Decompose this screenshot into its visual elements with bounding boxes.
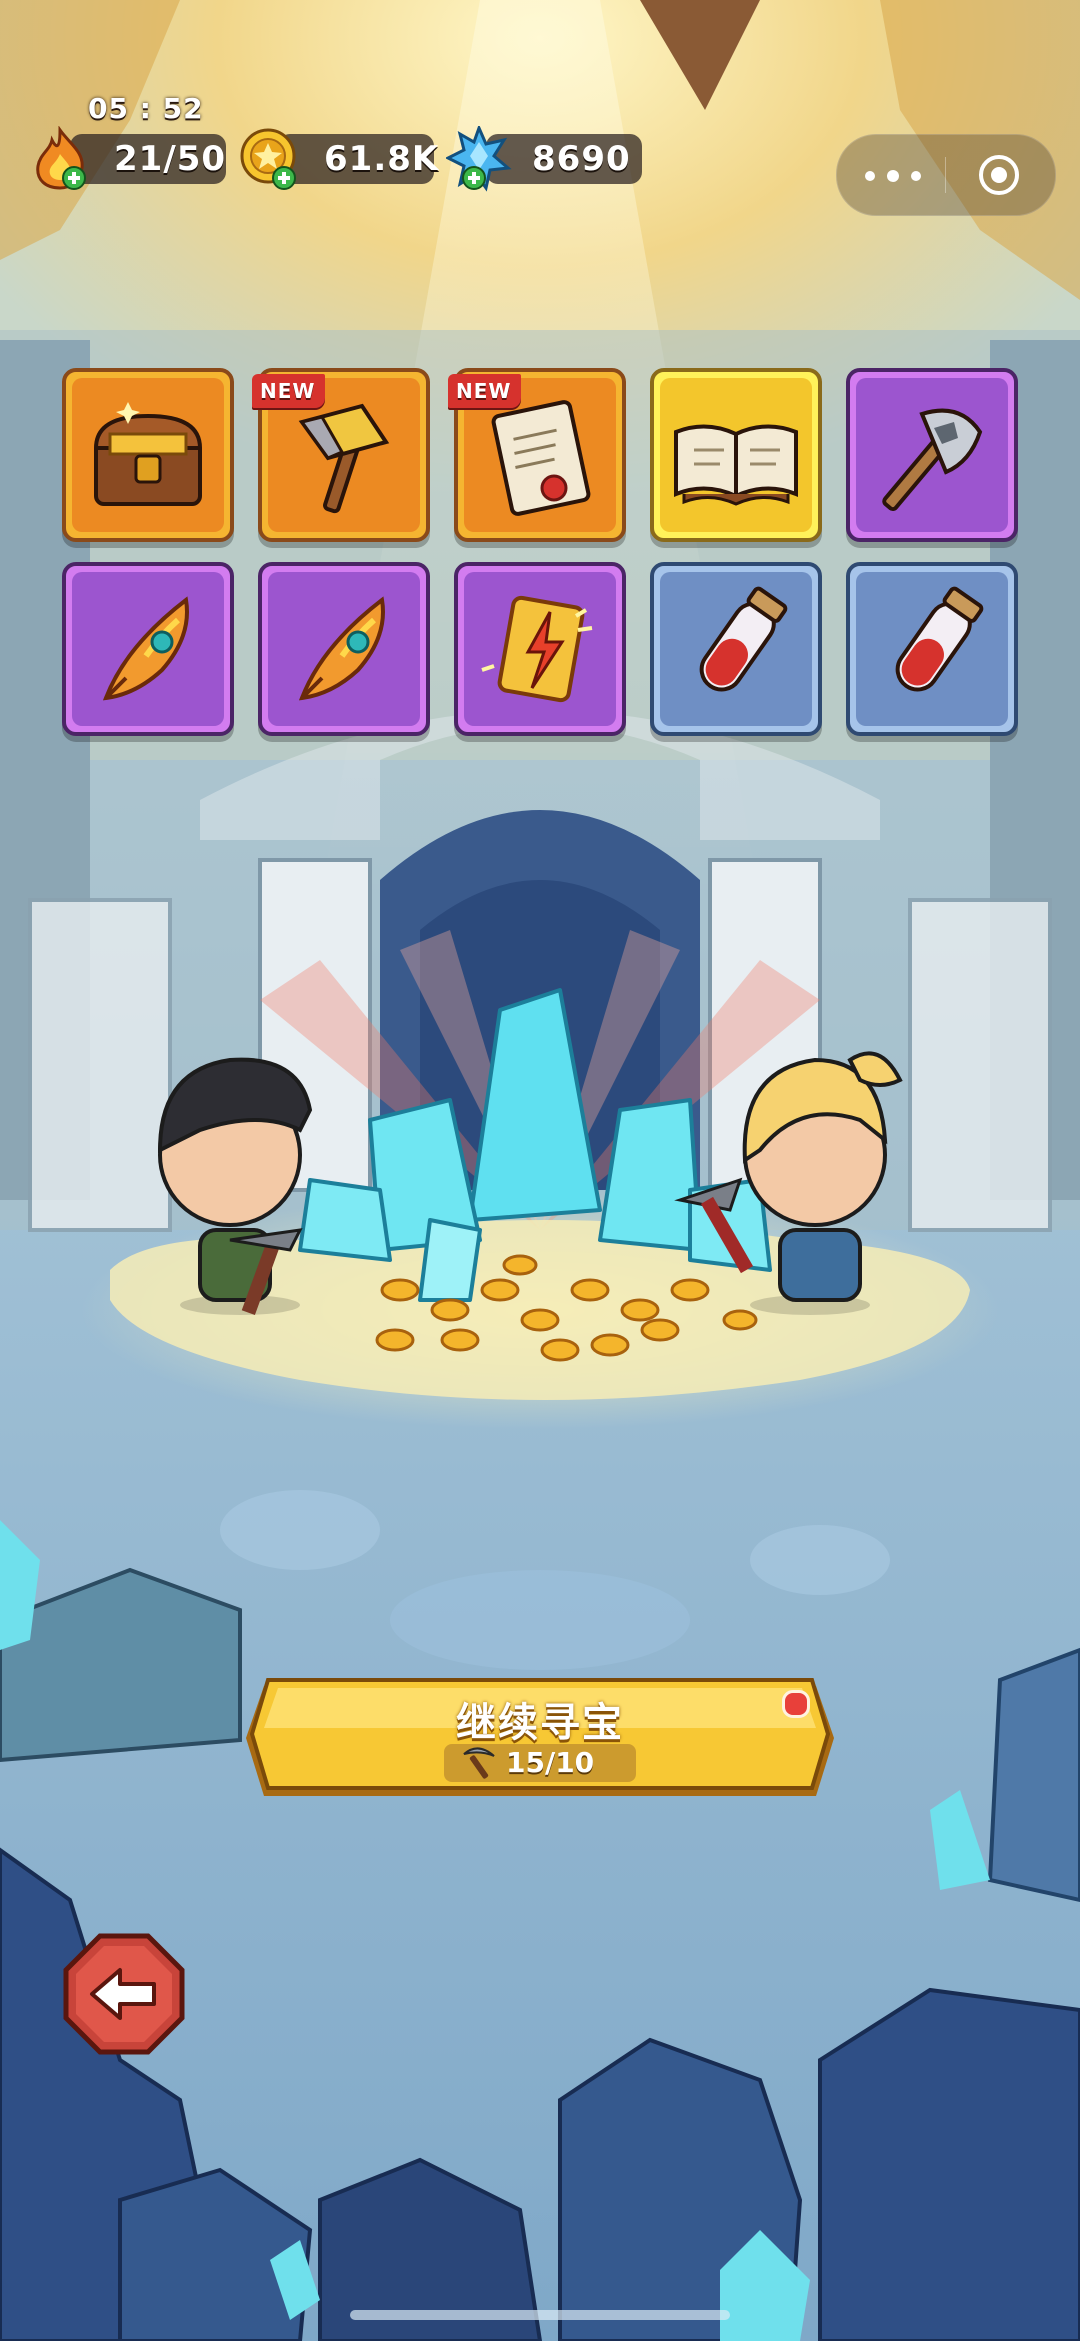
back-arrow-icon[interactable] [62,1932,186,2056]
reward-slot-war-hammer[interactable]: NEW [252,368,430,542]
reward-slot-lightning-card[interactable] [454,562,626,736]
continue-button-label: 继续寻宝 [456,1700,624,1746]
gem-counter[interactable]: 8690 [446,126,642,192]
dig-progress-value: 15/10 [506,1746,595,1779]
battle-axe-icon [882,408,983,512]
pickaxe-icon [463,1747,495,1779]
reward-slot-red-potion[interactable] [846,562,1018,736]
gem-value: 8690 [532,139,631,179]
energy-value: 21/50 [114,139,227,179]
clock-text: 05 : 52 [88,92,204,125]
target-circle-icon[interactable] [977,153,1021,197]
energy-counter[interactable]: 21/50 [30,126,227,190]
reward-slot-scroll-letter[interactable]: NEW [448,368,626,542]
red-potion-icon [895,586,984,692]
red-potion-icon [699,586,788,692]
coin-value: 61.8K [324,139,440,179]
spell-book-icon [674,424,798,506]
blue-crystal-icon [446,126,512,192]
lightning-card-icon [481,595,593,703]
reward-slot-phoenix-feather[interactable] [62,562,234,736]
notification-dot [782,1690,810,1718]
treasure-chest-icon [93,402,203,506]
reward-slot-treasure-chest[interactable] [62,368,234,542]
reward-slot-phoenix-feather[interactable] [258,562,430,736]
coin-counter[interactable]: 61.8K [238,128,438,190]
mini-program-capsule [836,134,1056,216]
home-indicator[interactable] [350,2310,730,2320]
phoenix-feather-icon [298,596,385,701]
reward-slot-spell-book[interactable] [650,368,822,542]
reward-grid: NEW NEW [62,368,1020,736]
reward-slot-battle-axe[interactable] [846,368,1018,542]
capsule-divider [945,157,946,193]
more-dots-icon[interactable] [865,161,925,189]
new-badge: NEW [448,374,522,408]
reward-slot-red-potion[interactable] [650,562,822,736]
dig-progress: 15/10 [444,1744,636,1782]
flame-icon [36,126,86,190]
continue-treasure-button[interactable]: 继续寻宝 15/10 [244,1676,836,1806]
gold-coin-icon [240,128,296,190]
new-badge: NEW [252,374,326,408]
phoenix-feather-icon [102,596,189,701]
